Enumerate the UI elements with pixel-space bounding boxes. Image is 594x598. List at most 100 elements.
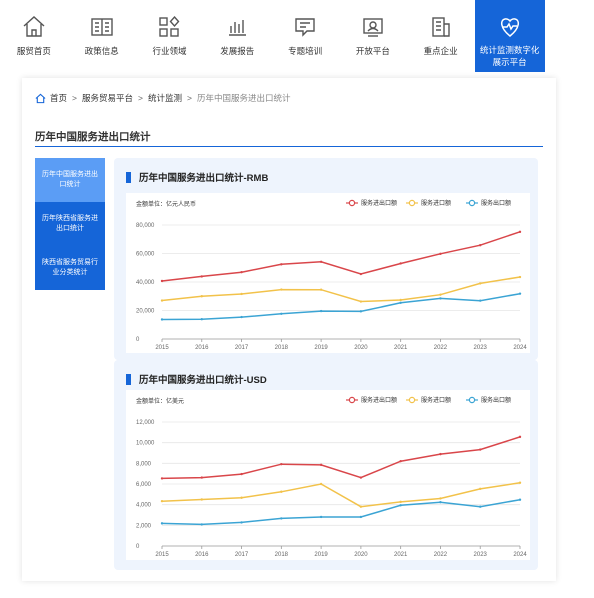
nav-label: 重点企业 <box>423 46 458 56</box>
monitor-icon <box>500 18 519 37</box>
report-icon <box>229 20 247 36</box>
data-point <box>399 301 402 305</box>
unit-label: 金额单位：亿元人民币 <box>136 200 196 208</box>
y-tick-label: 20,000 <box>136 309 155 315</box>
side-item-china-stats[interactable]: 历年中国服务进出口统计 <box>35 158 105 202</box>
data-point <box>319 515 323 519</box>
x-tick-label: 2024 <box>513 552 527 558</box>
data-point <box>240 315 243 319</box>
data-point <box>319 260 323 263</box>
legend-label: 服务出口额 <box>481 199 511 207</box>
data-point <box>399 262 402 265</box>
breadcrumb-current: 历年中国服务进出口统计 <box>196 93 291 103</box>
data-point <box>240 521 243 524</box>
data-point <box>240 496 243 499</box>
breadcrumb: 首页 > 服务贸易平台 > 统计监测 > 历年中国服务进出口统计 <box>35 92 290 104</box>
legend-marker <box>348 199 356 207</box>
breadcrumb-service-trade[interactable]: 服务贸易平台 <box>82 92 133 104</box>
legend-label: 服务出口额 <box>481 396 511 404</box>
y-tick-label: 2,000 <box>136 523 152 529</box>
legend-label: 服务进出口额 <box>361 396 397 404</box>
line-chart-usd: 金额单位：亿美元 服务出口额 服务进口额 服务进出口额 0 2,000 4,000 6,000… <box>136 396 527 558</box>
data-point <box>399 504 402 507</box>
data-point <box>200 476 203 479</box>
nav-item-statistics[interactable]: 统计监测数字化展示平台 <box>474 0 545 72</box>
nav-label: 统计监测数字化展示平台 <box>479 45 540 67</box>
data-point <box>280 288 283 291</box>
data-point <box>518 275 522 279</box>
data-point <box>439 293 442 296</box>
x-tick-label: 2020 <box>354 552 368 558</box>
chart-title-text: 历年中国服务进出口统计-USD <box>139 375 267 386</box>
data-point <box>160 522 164 525</box>
data-point <box>479 448 482 451</box>
data-point <box>280 517 283 520</box>
data-point <box>479 282 482 285</box>
x-tick-label: 2017 <box>235 552 249 558</box>
series-line <box>161 436 521 480</box>
data-point <box>280 312 283 315</box>
page-title: 历年中国服务进出口统计 <box>35 131 151 143</box>
nav-item-industry[interactable]: 行业领域 <box>136 0 204 72</box>
chart-title: 历年中国服务进出口统计-USD <box>126 372 267 386</box>
side-item-shaanxi-stats[interactable]: 历年陕西省服务进出口统计 <box>35 202 105 246</box>
nav-item-enterprise[interactable]: 重点企业 <box>407 0 475 72</box>
x-tick-label: 2022 <box>434 345 448 351</box>
data-point <box>399 298 402 302</box>
data-point <box>200 317 203 321</box>
x-tick-label: 2018 <box>275 345 289 351</box>
nav-item-platform[interactable]: 开放平台 <box>339 0 407 72</box>
nav-item-report[interactable]: 发展报告 <box>203 0 271 72</box>
nav-item-training[interactable]: 专题培训 <box>271 0 339 72</box>
y-tick-label: 40,000 <box>136 280 155 286</box>
y-tick-label: 4,000 <box>136 503 152 509</box>
training-icon <box>295 18 315 37</box>
data-point <box>240 270 243 274</box>
industry-icon <box>159 15 180 37</box>
home-icon <box>35 93 46 103</box>
series-line <box>161 482 521 508</box>
data-point <box>439 252 442 255</box>
nav-item-home[interactable]: 服贸首页 <box>0 0 68 72</box>
data-point <box>160 477 164 480</box>
x-tick-label: 2021 <box>394 345 408 351</box>
x-tick-label: 2017 <box>235 345 249 351</box>
data-point <box>280 263 283 266</box>
x-tick-label: 2019 <box>314 552 328 558</box>
side-item-shaanxi-industry[interactable]: 陕西省服务贸易行业分类统计 <box>35 246 105 290</box>
data-point <box>319 288 323 291</box>
chart-rmb: 金额单位：亿元人民币 服务出口额 服务进口额 服务进出口额 0 20,000 40,000 6… <box>126 193 530 353</box>
breadcrumb-separator: > <box>138 93 143 103</box>
y-tick-label: 0 <box>136 544 140 550</box>
chart-usd: 金额单位：亿美元 服务出口额 服务进口额 服务进出口额 0 2,000 4,000 6,000… <box>126 390 530 560</box>
nav-item-policy[interactable]: 政策信息 <box>68 0 136 72</box>
title-divider <box>35 146 543 147</box>
policy-icon <box>90 18 113 36</box>
data-point <box>479 505 482 508</box>
series-line <box>161 292 521 321</box>
data-point <box>359 505 363 508</box>
data-point <box>518 435 522 439</box>
unit-label: 金额单位：亿美元 <box>136 397 184 405</box>
title-accent-bar <box>126 373 131 385</box>
breadcrumb-home[interactable]: 首页 <box>50 92 67 104</box>
nav-label: 服贸首页 <box>16 46 51 56</box>
data-point <box>518 481 522 484</box>
x-tick-label: 2016 <box>195 345 209 351</box>
chart-title: 历年中国服务进出口统计-RMB <box>126 170 268 184</box>
data-point <box>200 523 203 526</box>
data-point <box>399 500 402 504</box>
data-point <box>399 459 402 463</box>
x-tick-label: 2021 <box>394 552 408 558</box>
legend-marker <box>408 199 416 207</box>
y-tick-label: 60,000 <box>136 252 155 258</box>
nav-label: 专题培训 <box>288 46 323 56</box>
x-tick-label: 2024 <box>513 345 527 351</box>
data-point <box>200 275 203 278</box>
data-point <box>319 482 323 486</box>
breadcrumb-monitoring[interactable]: 统计监测 <box>148 92 182 104</box>
data-point <box>359 310 363 313</box>
legend-marker <box>408 396 416 404</box>
x-tick-label: 2015 <box>155 552 169 558</box>
data-point <box>200 498 203 501</box>
